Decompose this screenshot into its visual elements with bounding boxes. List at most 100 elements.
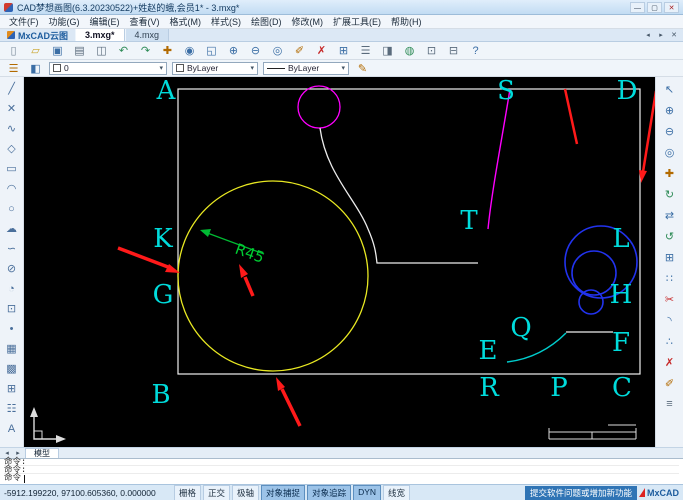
circle-tool-icon[interactable]: ○ [2, 199, 21, 218]
menu-express-tools[interactable]: 扩展工具(E) [328, 15, 386, 28]
menu-file[interactable]: 文件(F) [4, 15, 44, 28]
layer-select[interactable]: 0 ▾ [49, 61, 167, 75]
toggle-osnap[interactable]: 对象捕捉 [261, 484, 306, 500]
region-tool-icon[interactable]: ⊞ [2, 379, 21, 398]
menu-style[interactable]: 样式(S) [206, 15, 246, 28]
menu-format[interactable]: 格式(M) [165, 15, 207, 28]
zoom-extents-icon[interactable]: ◎ [267, 43, 288, 58]
minimize-button[interactable]: — [630, 1, 645, 13]
menu-edit[interactable]: 编辑(E) [85, 15, 125, 28]
ellipse-tool-icon[interactable]: ⊘ [2, 259, 21, 278]
zoom-in-icon[interactable]: ⊕ [659, 100, 680, 120]
text-tool-icon[interactable]: A [2, 419, 21, 438]
measure-icon[interactable]: ✐ [659, 373, 680, 393]
linetype-select[interactable]: ByLayer ▾ [263, 61, 349, 75]
monitor-icon[interactable]: ⊡ [421, 43, 442, 58]
toggle-dyn[interactable]: DYN [353, 484, 382, 500]
spline-tool-icon[interactable]: ∽ [2, 239, 21, 258]
tab-scroll-left-icon[interactable]: ◂ [642, 31, 654, 39]
drawing-canvas[interactable]: R45 A S D K G T L H Q E F B R P C [24, 77, 655, 447]
toggle-lineweight[interactable]: 线宽 [383, 484, 411, 500]
select-arrow-icon[interactable]: ↖ [659, 79, 680, 99]
layer-states-icon[interactable]: ◧ [25, 61, 46, 76]
cad-drawing[interactable]: R45 A S DKGTLHQE FB R P C [24, 77, 655, 447]
orbit-icon[interactable]: ↻ [659, 184, 680, 204]
color-select[interactable]: ByLayer ▾ [172, 61, 258, 75]
command-panel[interactable]: 命令: 命令: 命令 [0, 458, 683, 484]
layer-manager-icon[interactable]: ☰ [3, 61, 24, 76]
toggle-otrack[interactable]: 对象追踪 [307, 484, 352, 500]
plot-preview-icon[interactable]: ◫ [91, 43, 112, 58]
title-block-sketch[interactable] [548, 424, 637, 440]
red-marker-arrows[interactable] [117, 246, 302, 427]
document-tab-4mxg[interactable]: 4.mxg [124, 29, 170, 41]
document-tab-3mxg[interactable]: 3.mxg* [75, 29, 125, 41]
zoom-extents-icon[interactable]: ◎ [659, 142, 680, 162]
menu-draw[interactable]: 绘图(D) [246, 15, 287, 28]
new-file-icon[interactable]: ▯ [3, 43, 24, 58]
white-spline-entity[interactable] [319, 127, 478, 264]
zoom-out-icon[interactable]: ⊖ [245, 43, 266, 58]
tab-scroll-right-icon[interactable]: ▸ [655, 31, 667, 39]
pan-icon[interactable]: ✚ [157, 43, 178, 58]
model-tab[interactable]: 模型 [25, 448, 59, 458]
mirror-icon[interactable]: ∷ [659, 268, 680, 288]
array-icon[interactable]: ∴ [659, 331, 680, 351]
yellow-circle-entity[interactable] [177, 180, 369, 372]
layers-icon[interactable]: ☰ [355, 43, 376, 58]
zoom-realtime-icon[interactable]: ◉ [179, 43, 200, 58]
menu-help[interactable]: 帮助(H) [386, 15, 427, 28]
properties-icon[interactable]: ◨ [377, 43, 398, 58]
magenta-curve-entity[interactable] [487, 88, 511, 230]
model-nav-left-icon[interactable]: ◂ [2, 449, 12, 457]
point-tool-icon[interactable]: • [2, 319, 21, 338]
erase-icon[interactable]: ✗ [659, 352, 680, 372]
open-folder-icon[interactable]: ▱ [25, 43, 46, 58]
revcloud-tool-icon[interactable]: ☁ [2, 219, 21, 238]
polyline-tool-icon[interactable]: ∿ [2, 119, 21, 138]
model-nav-right-icon[interactable]: ▸ [13, 449, 23, 457]
command-prompt[interactable]: 命令 [4, 474, 679, 483]
gradient-tool-icon[interactable]: ▩ [2, 359, 21, 378]
pan-icon[interactable]: ✚ [659, 163, 680, 183]
print-icon[interactable]: ▤ [69, 43, 90, 58]
trim-icon[interactable]: ✂ [659, 289, 680, 309]
hatch-tool-icon[interactable]: ▦ [2, 339, 21, 358]
zoom-window-icon[interactable]: ◱ [201, 43, 222, 58]
copy-icon[interactable]: ⊞ [333, 43, 354, 58]
rotate-icon[interactable]: ↺ [659, 226, 680, 246]
close-button[interactable]: ✕ [664, 1, 679, 13]
toggle-polar[interactable]: 极轴 [232, 484, 260, 500]
copy-icon[interactable]: ⊞ [659, 247, 680, 267]
menu-view[interactable]: 查看(V) [125, 15, 165, 28]
web-cloud-icon[interactable]: ◍ [399, 43, 420, 58]
grid-display-icon[interactable]: ⊟ [443, 43, 464, 58]
match-properties-icon[interactable]: ✎ [352, 61, 373, 76]
toggle-ortho[interactable]: 正交 [203, 484, 231, 500]
table-tool-icon[interactable]: ☷ [2, 399, 21, 418]
erase-icon[interactable]: ✗ [311, 43, 332, 58]
mxcad-cloud-button[interactable]: MxCAD云图 [0, 29, 75, 41]
measure-icon[interactable]: ✐ [289, 43, 310, 58]
ellipse-arc-tool-icon[interactable]: ◔ [2, 279, 21, 298]
toggle-grid[interactable]: 栅格 [174, 484, 202, 500]
save-icon[interactable]: ▣ [47, 43, 68, 58]
fillet-icon[interactable]: ◝ [659, 310, 680, 330]
insert-block-tool-icon[interactable]: ⊡ [2, 299, 21, 318]
redo-icon[interactable]: ↷ [135, 43, 156, 58]
more-tools-icon[interactable]: ≡ [659, 394, 680, 414]
boundary-rectangle-entity[interactable] [177, 88, 641, 375]
xline-tool-icon[interactable]: ✕ [2, 99, 21, 118]
zoom-in-icon[interactable]: ⊕ [223, 43, 244, 58]
menu-modify[interactable]: 修改(M) [287, 15, 329, 28]
menu-function[interactable]: 功能(G) [44, 15, 85, 28]
red-segments-entity[interactable] [563, 88, 655, 183]
line-tool-icon[interactable]: ╱ [2, 79, 21, 98]
polygon-tool-icon[interactable]: ◇ [2, 139, 21, 158]
arc-tool-icon[interactable]: ◠ [2, 179, 21, 198]
magenta-circle-entity[interactable] [297, 85, 341, 129]
help-icon[interactable]: ? [465, 43, 486, 58]
zoom-out-icon[interactable]: ⊖ [659, 121, 680, 141]
feedback-link[interactable]: 提交软件问题或增加新功能 [524, 485, 637, 500]
rectangle-tool-icon[interactable]: ▭ [2, 159, 21, 178]
